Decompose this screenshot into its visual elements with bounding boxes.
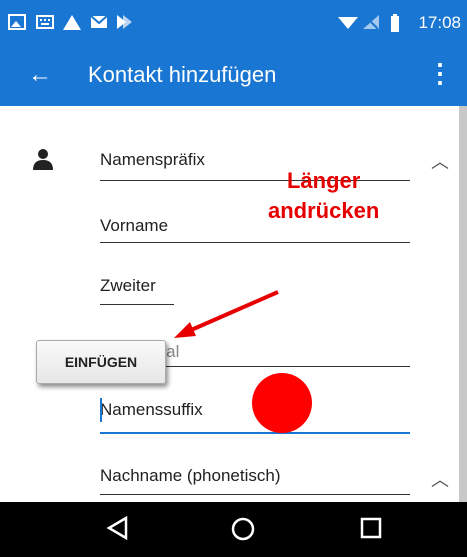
name-suffix-field[interactable]: Namenssuffix [100,400,203,420]
battery-icon [391,14,399,32]
arrow-left-icon[interactable]: ← [28,61,52,89]
navigation-bar [0,502,467,557]
text-cursor [100,398,102,422]
back-icon[interactable] [106,516,128,540]
annotation-arrow [174,290,279,338]
phonetic-last-name-field[interactable]: Nachname (phonetisch) [100,466,280,486]
wifi-icon [338,17,358,29]
touch-indicator [252,373,312,433]
mail-icon [90,15,108,28]
first-name-field[interactable]: Vorname [100,216,168,236]
paste-button[interactable]: EINFÜGEN [36,340,166,384]
no-signal-icon [363,15,379,30]
chevron-up-icon[interactable]: ︿ [431,148,449,174]
chevron-up-icon[interactable]: ︿ [431,466,449,492]
annotation-text: Länger andrücken [268,166,379,226]
name-suffix-underline [100,432,410,434]
first-name-underline [100,242,410,243]
middle-name-field[interactable]: Zweiter [100,276,156,296]
alert-icon [63,15,81,30]
person-icon [33,149,53,170]
middle-name-underline [100,304,174,305]
gallery-icon [8,14,26,30]
home-icon[interactable] [230,516,256,542]
more-vert-icon[interactable]: ⋮ [427,58,453,89]
app-bar: ← Kontakt hinzufügen ⋮ [0,46,467,106]
annotation-line-1: Länger [286,168,361,193]
keyboard-icon [36,15,54,29]
annotation-line-2: andrücken [268,198,380,223]
recents-icon[interactable] [360,516,382,540]
page-title: Kontakt hinzufügen [88,62,277,87]
play-icon [117,15,132,29]
phonetic-underline [100,494,410,495]
status-bar: 17:08 [0,0,467,46]
clock: 17:08 [418,13,461,32]
name-prefix-field[interactable]: Namenspräfix [100,150,205,170]
